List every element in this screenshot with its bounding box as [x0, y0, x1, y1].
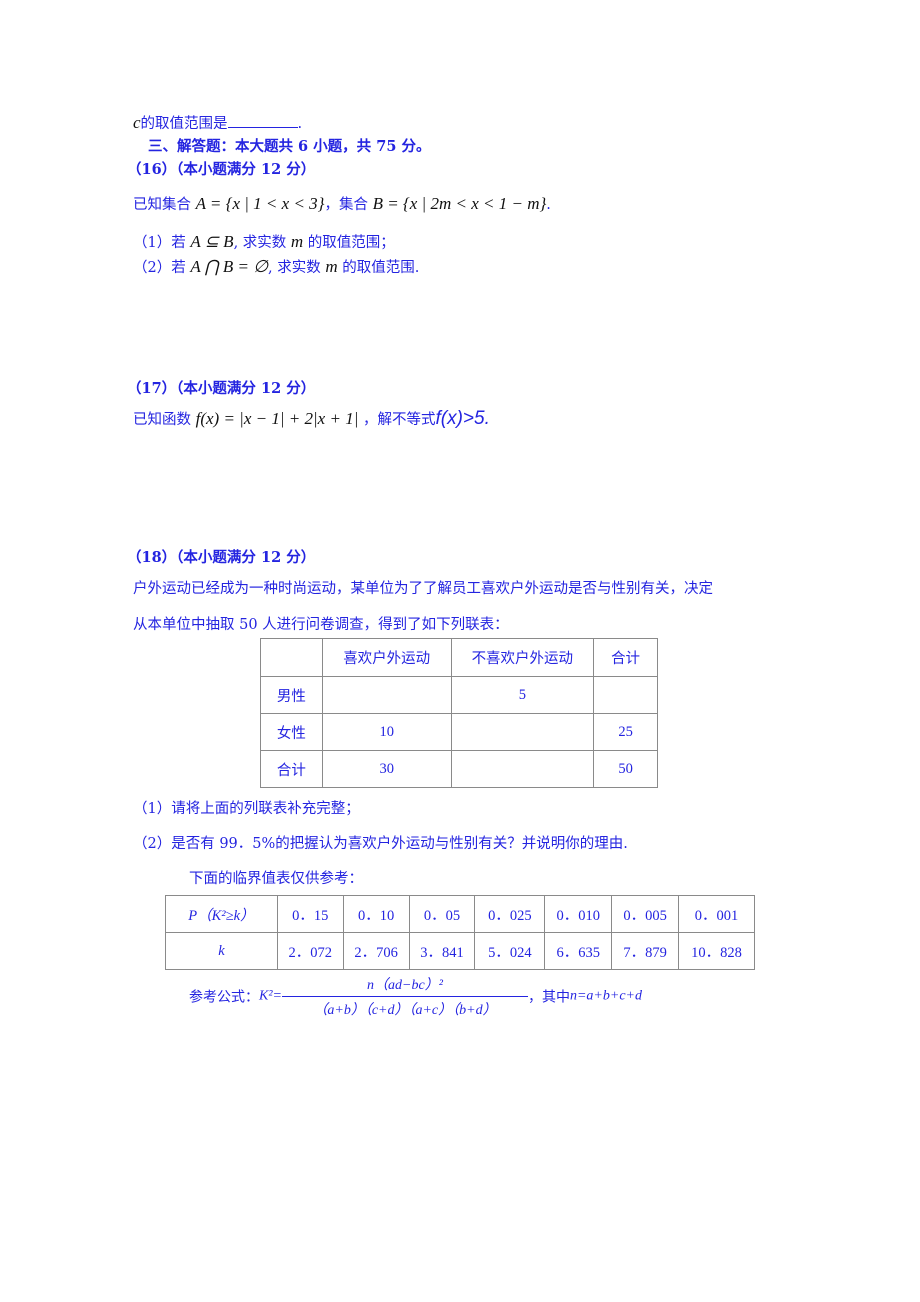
- q15-answer-line: c的取值范围是.: [133, 112, 302, 133]
- q16-end: .: [546, 197, 551, 213]
- table-cell: 女性: [260, 713, 323, 751]
- table-cell: 喜欢户外运动: [321, 638, 452, 677]
- q17-intro: 已知函数: [133, 412, 191, 428]
- q16-part2-end: 的取值范围.: [342, 260, 420, 276]
- table-cell: [450, 713, 595, 751]
- row-label-p: P（K²≥k）: [165, 895, 278, 933]
- contingency-table: 喜欢户外运动 不喜欢户外运动 合计 男性 5 女性 10 25 合计 30 50: [260, 638, 658, 788]
- table-cell: 30: [321, 750, 452, 788]
- q17-mid: ，解不等式: [362, 412, 436, 428]
- table-header-row: 喜欢户外运动 不喜欢户外运动 合计: [260, 638, 658, 677]
- table-cell: 0．05: [408, 895, 476, 933]
- table-cell: 50: [593, 750, 658, 788]
- q17-statement: 已知函数 f(x) = |x − 1| + 2|x + 1| ，解不等式f(x)…: [133, 408, 490, 430]
- q16-part1-var: m: [290, 232, 304, 251]
- set-b: B = {x | 2m < x < 1 − m}: [372, 194, 547, 213]
- table-cell: 7．879: [611, 932, 680, 970]
- table-cell: 2．072: [276, 932, 344, 970]
- table-row: 合计 30 50: [260, 750, 658, 788]
- formula-lhs: K²=: [259, 988, 282, 1004]
- table-cell: 25: [593, 713, 658, 751]
- critical-value-table: P（K²≥k） 0．15 0．10 0．05 0．025 0．010 0．005…: [165, 895, 755, 970]
- q15-variable: c: [133, 113, 141, 132]
- q17-header: （17）（本小题满分 12 分）: [127, 380, 316, 397]
- q17-inequality: f(x)>5.: [435, 408, 490, 429]
- table-cell: 0．025: [474, 895, 546, 933]
- k-value-row: k 2．072 2．706 3．841 5．024 6．635 7．879 10…: [165, 932, 755, 970]
- table-cell: 0．001: [678, 895, 755, 933]
- q16-intro: 已知集合: [133, 197, 191, 213]
- q16-part2-prefix: （2）若: [133, 260, 186, 276]
- table-cell: [450, 750, 595, 788]
- table-cell: 合计: [593, 638, 658, 677]
- table-cell: 男性: [260, 676, 323, 714]
- table-cell: 2．706: [342, 932, 410, 970]
- q16-mid: ，集合: [324, 197, 368, 213]
- table-cell: [593, 676, 658, 714]
- formula-numerator: n（ad−bc）²: [281, 974, 528, 997]
- q15-end: .: [297, 116, 303, 132]
- table-row: 女性 10 25: [260, 713, 658, 751]
- q18-para-line2: 从本单位中抽取 50 人进行问卷调查，得到了如下列联表：: [133, 617, 509, 633]
- q16-part1-math: A ⊆ B: [190, 232, 234, 251]
- table-cell: [260, 638, 323, 677]
- q16-statement: 已知集合 A = {x | 1 < x < 3}，集合 B = {x | 2m …: [133, 193, 551, 214]
- formula-suffix-math: n=a+b+c+d: [569, 988, 642, 1004]
- q18-part1: （1）请将上面的列联表补充完整；: [133, 801, 360, 817]
- formula-fraction: n（ad−bc）² （a+b）（c+d）（a+c）（b+d）: [281, 974, 528, 1019]
- q18-reference-note: 下面的临界值表仅供参考：: [189, 871, 363, 887]
- section-heading: 三、解答题：本大题共 6 小题，共 75 分。: [148, 138, 431, 155]
- q16-part2: （2）若 A ⋂ B = ∅, 求实数 m 的取值范围.: [133, 256, 419, 277]
- table-cell: 合计: [260, 750, 323, 788]
- q16-part1-suffix: , 求实数: [233, 235, 287, 251]
- q17-function: f(x) = |x − 1| + 2|x + 1|: [195, 409, 359, 428]
- row-label-k: k: [165, 932, 278, 970]
- table-cell: 5: [450, 676, 595, 714]
- q16-part1: （1）若 A ⊆ B, 求实数 m 的取值范围；: [133, 231, 395, 252]
- q18-part2: （2）是否有 99．5%的把握认为喜欢户外运动与性别有关？并说明你的理由.: [133, 836, 628, 852]
- q16-part1-end: 的取值范围；: [307, 235, 395, 251]
- q16-part2-suffix: , 求实数: [268, 260, 321, 276]
- table-cell: 5．024: [474, 932, 546, 970]
- q16-part1-prefix: （1）若: [133, 235, 186, 251]
- answer-blank[interactable]: [227, 115, 298, 128]
- set-a: A = {x | 1 < x < 3}: [195, 194, 325, 213]
- q16-part2-math: A ⋂ B = ∅: [190, 257, 269, 276]
- table-cell: 不喜欢户外运动: [450, 638, 595, 677]
- q16-part2-var: m: [325, 257, 338, 276]
- table-cell: 10．828: [678, 932, 755, 970]
- table-cell: 0．10: [342, 895, 410, 933]
- q18-header: （18）（本小题满分 12 分）: [127, 549, 316, 566]
- table-cell: 0．15: [276, 895, 344, 933]
- table-cell: 0．005: [611, 895, 680, 933]
- table-cell: 3．841: [408, 932, 476, 970]
- q16-header: （16）（本小题满分 12 分）: [127, 161, 316, 178]
- q15-text: 的取值范围是: [140, 116, 228, 132]
- q18-para-line1: 户外运动已经成为一种时尚运动，某单位为了了解员工喜欢户外运动是否与性别有关，决定: [133, 581, 713, 597]
- formula-label: 参考公式：: [189, 989, 259, 1006]
- reference-formula: 参考公式：K²= n（ad−bc）² （a+b）（c+d）（a+c）（b+d） ，其中…: [189, 974, 642, 1019]
- table-cell: 10: [321, 713, 452, 751]
- formula-denominator: （a+b）（c+d）（a+c）（b+d）: [313, 1003, 497, 1018]
- table-cell: [321, 676, 452, 714]
- table-row: 男性 5: [260, 676, 658, 714]
- formula-suffix-text: ，其中: [527, 989, 570, 1006]
- table-cell: 6．635: [544, 932, 613, 970]
- table-cell: 0．010: [544, 895, 613, 933]
- p-value-row: P（K²≥k） 0．15 0．10 0．05 0．025 0．010 0．005…: [165, 895, 755, 933]
